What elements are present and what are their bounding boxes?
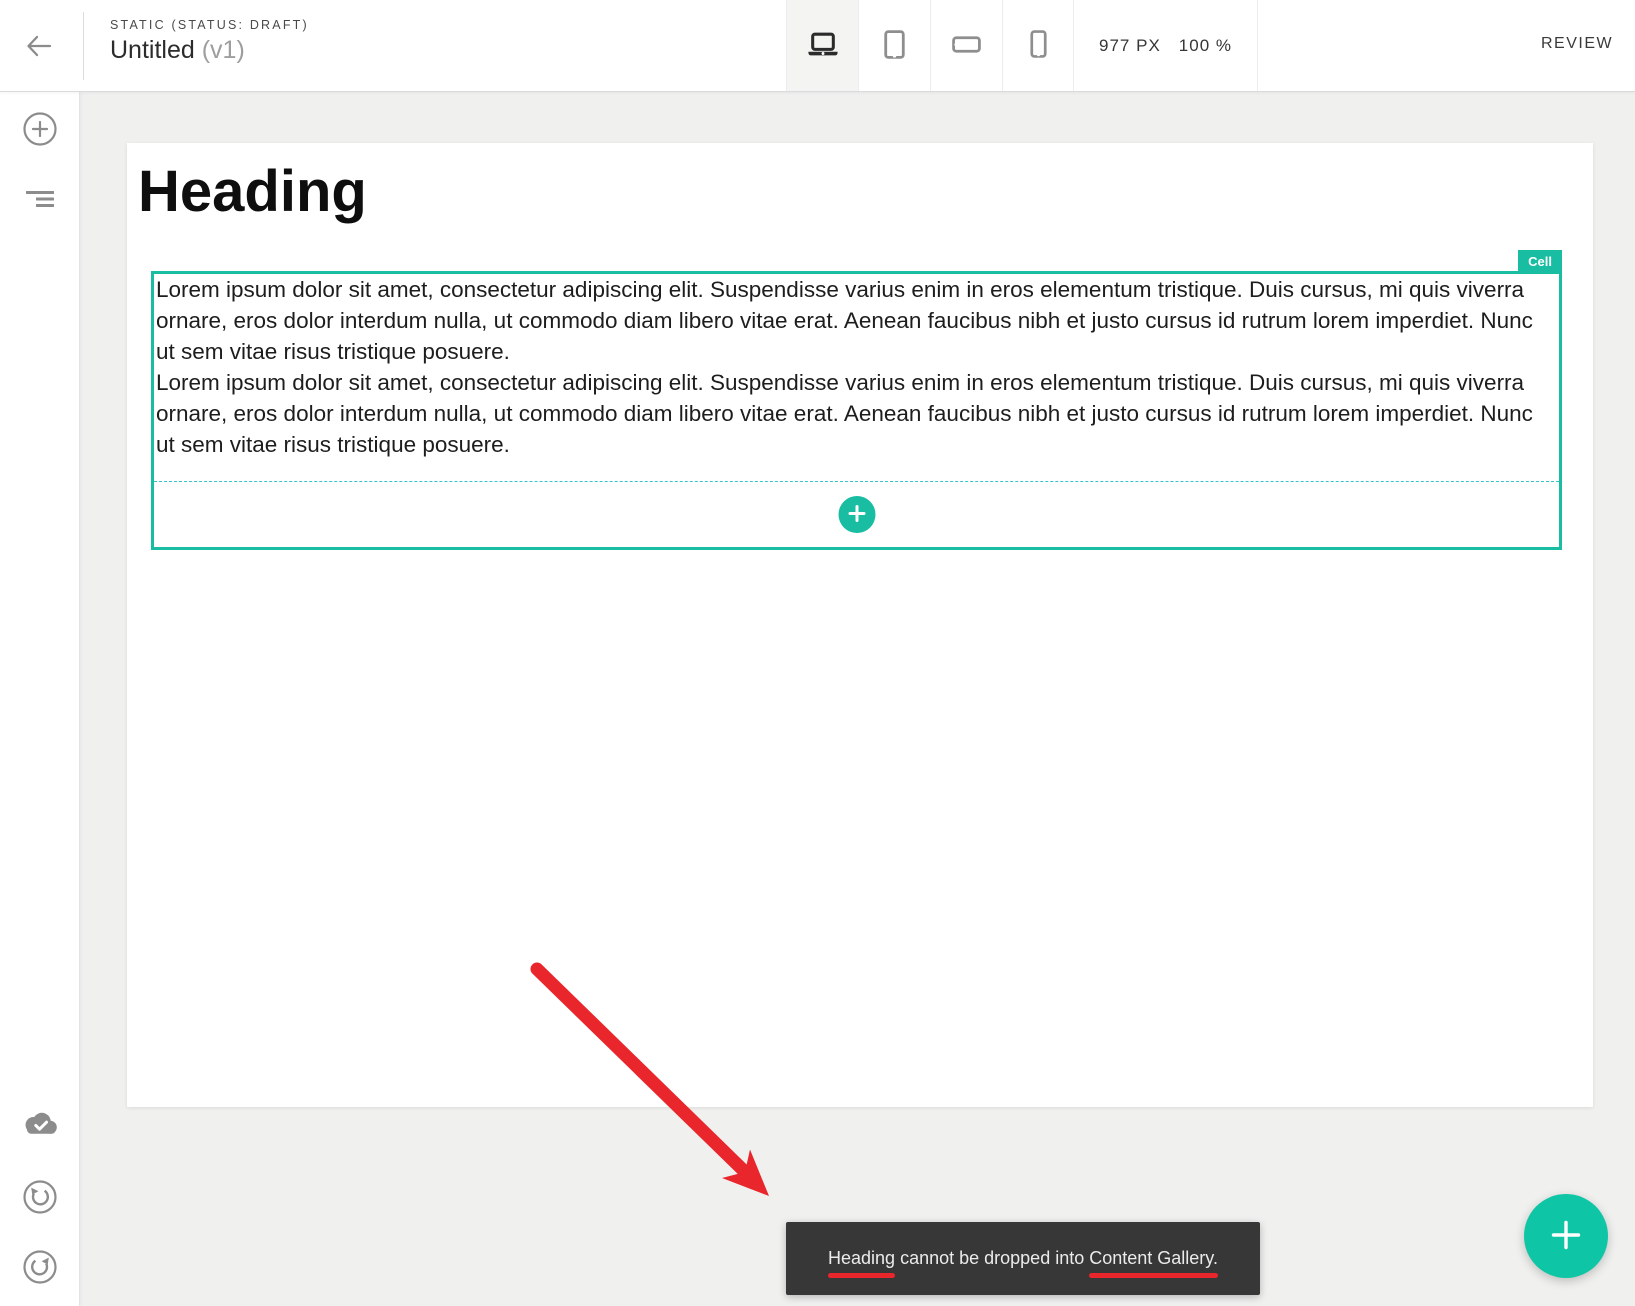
tooltip-gallery-term: Content Gallery. bbox=[1089, 1248, 1218, 1268]
phone-preview-button[interactable] bbox=[1002, 0, 1074, 91]
redo-button[interactable] bbox=[22, 1250, 58, 1286]
outline-list-icon bbox=[25, 188, 55, 213]
header-divider bbox=[83, 12, 84, 80]
top-toolbar: STATIC (STATUS: DRAFT) Untitled (v1) bbox=[0, 0, 1635, 92]
document-version: (v1) bbox=[202, 36, 245, 64]
tablet-landscape-icon bbox=[951, 34, 982, 58]
layout-editor-app: { "header": { "status_label": "STATIC (S… bbox=[0, 0, 1635, 1306]
cell-content: Lorem ipsum dolor sit amet, consectetur … bbox=[154, 274, 1559, 460]
zoom-level-value[interactable]: 100 % bbox=[1179, 36, 1232, 56]
undo-button[interactable] bbox=[22, 1180, 58, 1216]
redo-icon bbox=[22, 1249, 58, 1288]
saved-status-button[interactable] bbox=[22, 1107, 58, 1143]
review-button[interactable]: REVIEW bbox=[1541, 35, 1613, 53]
left-tool-rail bbox=[0, 92, 80, 1306]
plus-icon bbox=[1549, 1218, 1583, 1255]
plus-icon bbox=[848, 505, 865, 525]
tablet-portrait-preview-button[interactable] bbox=[858, 0, 930, 91]
tooltip-heading-term: Heading bbox=[828, 1248, 895, 1268]
drop-error-tooltip: Heading cannot be dropped into Content G… bbox=[786, 1222, 1260, 1295]
device-preview-toolbar bbox=[786, 0, 1074, 91]
paragraph-block[interactable]: Lorem ipsum dolor sit amet, consectetur … bbox=[156, 274, 1557, 367]
desktop-preview-button[interactable] bbox=[786, 0, 858, 91]
cloud-check-icon bbox=[21, 1110, 59, 1141]
undo-icon bbox=[22, 1179, 58, 1218]
cell-tag-badge: Cell bbox=[1518, 250, 1562, 274]
laptop-icon bbox=[806, 31, 840, 61]
drop-indicator-line bbox=[154, 481, 1559, 482]
add-content-button[interactable] bbox=[838, 496, 875, 533]
tooltip-message-text: cannot be dropped into bbox=[895, 1248, 1089, 1268]
viewport-info: 977 PX 100 % bbox=[1074, 0, 1258, 91]
selected-cell[interactable]: Cell Lorem ipsum dolor sit amet, consect… bbox=[151, 271, 1562, 550]
paragraph-block[interactable]: Lorem ipsum dolor sit amet, consectetur … bbox=[156, 367, 1557, 460]
page-heading[interactable]: Heading bbox=[138, 157, 367, 227]
add-new-element-fab[interactable] bbox=[1524, 1194, 1608, 1278]
tablet-landscape-preview-button[interactable] bbox=[930, 0, 1002, 91]
outline-panel-button[interactable] bbox=[22, 182, 58, 218]
tablet-portrait-icon bbox=[882, 29, 907, 63]
document-status: STATIC (STATUS: DRAFT) bbox=[110, 18, 309, 32]
document-title-block: STATIC (STATUS: DRAFT) Untitled (v1) bbox=[110, 18, 309, 65]
phone-icon bbox=[1028, 29, 1049, 62]
plus-circle-icon bbox=[22, 111, 58, 150]
add-element-button[interactable] bbox=[22, 112, 58, 148]
back-button[interactable] bbox=[20, 28, 58, 66]
back-arrow-icon bbox=[25, 34, 53, 61]
document-name: Untitled bbox=[110, 36, 195, 64]
breakpoint-width-value: 977 PX bbox=[1099, 36, 1161, 56]
canvas-page[interactable]: Heading Cell Lorem ipsum dolor sit amet,… bbox=[127, 143, 1593, 1107]
document-title: Untitled (v1) bbox=[110, 36, 309, 65]
